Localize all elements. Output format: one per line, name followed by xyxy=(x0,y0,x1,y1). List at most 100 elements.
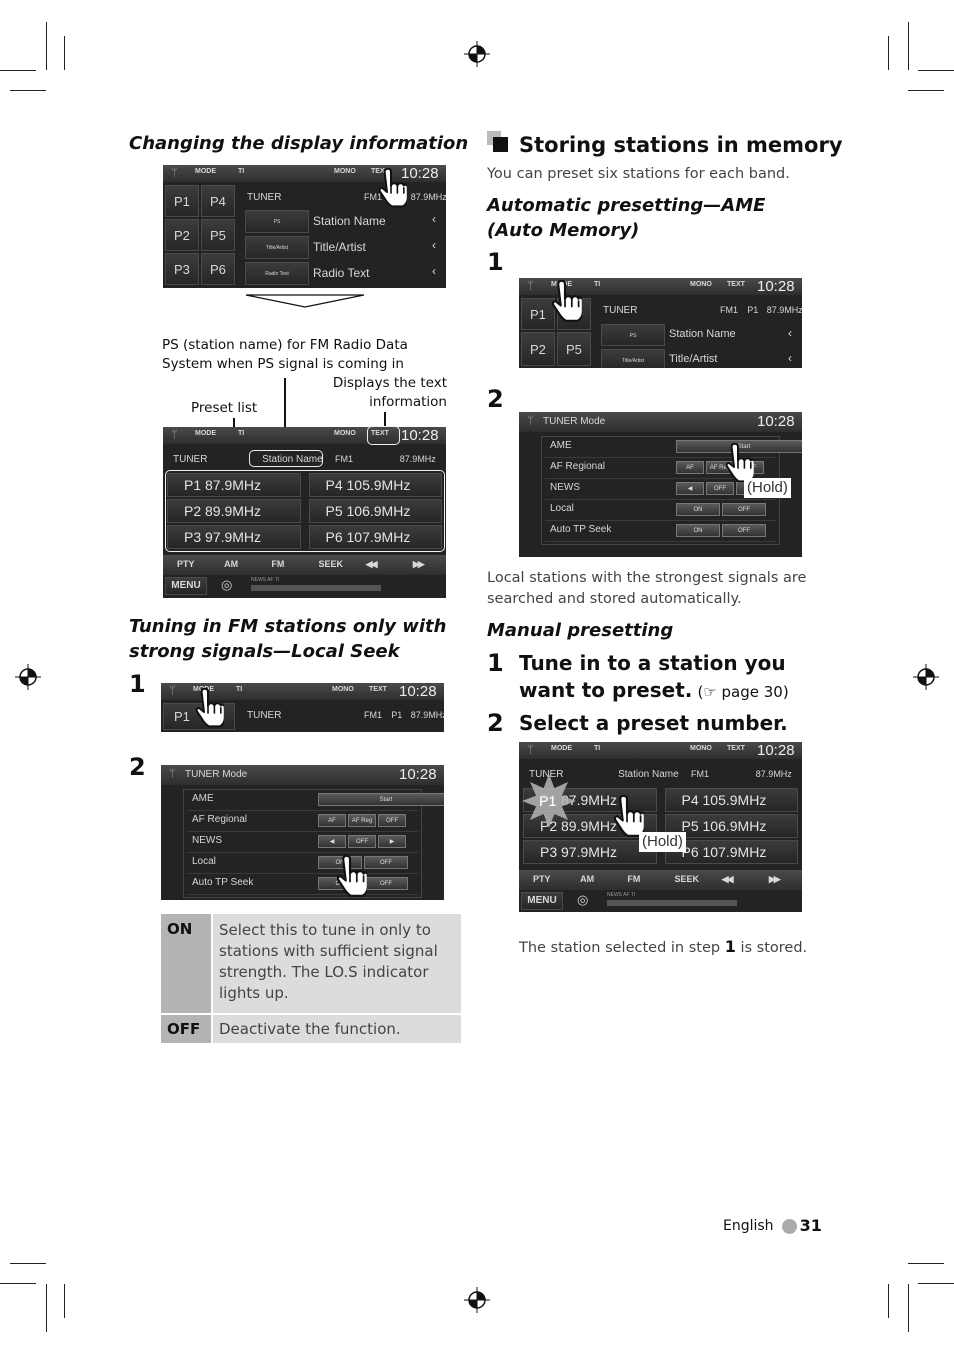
menu-option-button[interactable]: OFF xyxy=(364,856,408,869)
ti-button[interactable]: TI xyxy=(238,430,244,437)
display-option-label[interactable]: Station Name xyxy=(669,328,736,340)
frequency-label: 87.9MHz xyxy=(766,305,802,315)
menu-option-button[interactable]: ◀ xyxy=(676,482,704,495)
ti-button[interactable]: TI xyxy=(236,686,242,693)
text-note: Displays the text information xyxy=(332,375,447,410)
menu-option-button[interactable]: OFF xyxy=(722,524,766,537)
preset-button[interactable]: P3 xyxy=(165,253,199,285)
step-number: 1 xyxy=(129,670,146,698)
preset-button[interactable]: P6 xyxy=(201,253,235,285)
frequency-label: 87.9MHz xyxy=(399,454,436,464)
step-number: 2 xyxy=(487,385,504,413)
ti-button[interactable]: TI xyxy=(594,745,600,752)
crop-mark xyxy=(918,1283,954,1284)
preset-button[interactable]: P4 xyxy=(201,185,235,217)
control-button-0[interactable]: PTY xyxy=(533,874,551,884)
preset-button[interactable]: P2 xyxy=(521,332,555,366)
preset-button[interactable]: P2 xyxy=(165,219,199,251)
preset-label: P1 xyxy=(391,710,403,720)
menu-option-button[interactable]: ▶ xyxy=(378,835,406,848)
source-icon[interactable]: ◎ xyxy=(577,892,588,908)
clock: 10:28 xyxy=(401,427,439,444)
mode-button[interactable]: MODE xyxy=(551,745,572,752)
clock: 10:28 xyxy=(757,413,795,430)
table-row: ON Select this to tune in only to statio… xyxy=(161,914,461,1014)
page-number: 31 xyxy=(799,1216,822,1235)
display-option-label[interactable]: Station Name xyxy=(313,214,386,228)
preset-button[interactable]: P1 xyxy=(165,185,199,217)
preset-note: Preset list xyxy=(191,400,258,416)
text-button[interactable]: TEXT xyxy=(369,686,387,693)
display-option-button[interactable]: Title/Artist xyxy=(245,236,309,259)
text-button[interactable]: TEXT xyxy=(727,281,745,288)
page-reference-link[interactable]: (☞ page 30) xyxy=(697,683,788,701)
section-title: Storing stations in memory xyxy=(519,133,843,157)
page-footer: English 31 xyxy=(723,1216,822,1236)
display-option-label[interactable]: Radio Text xyxy=(313,266,369,280)
text-button[interactable]: TEXT xyxy=(727,745,745,752)
control-button-2[interactable]: FM xyxy=(271,559,284,569)
mode-button[interactable]: MODE xyxy=(195,168,216,175)
crop-mark xyxy=(10,1263,46,1264)
control-button-3[interactable]: SEEK xyxy=(319,559,344,569)
display-option-label[interactable]: Title/Artist xyxy=(313,240,366,254)
ame-note: Local stations with the strongest signal… xyxy=(487,570,807,607)
row-divider xyxy=(187,894,418,895)
menu-option-button[interactable]: ON xyxy=(676,503,720,516)
chevron-left-icon: ‹ xyxy=(432,212,436,226)
ti-button[interactable]: TI xyxy=(238,168,244,175)
menu-option-button[interactable]: ◀ xyxy=(318,835,346,848)
row-divider xyxy=(545,541,776,542)
mono-button[interactable]: MONO xyxy=(334,168,356,175)
control-button-2[interactable]: FM xyxy=(627,874,640,884)
control-button-3[interactable]: SEEK xyxy=(675,874,700,884)
step-text: Select a preset number. xyxy=(519,711,788,735)
row-divider xyxy=(187,852,418,853)
mono-button[interactable]: MONO xyxy=(334,430,356,437)
crop-mark xyxy=(908,90,944,91)
menu-option-button[interactable]: AF xyxy=(676,461,704,474)
section-marker-icon xyxy=(493,137,508,152)
option-desc: Select this to tune in only to stations … xyxy=(212,914,461,1014)
menu-option-button[interactable]: OFF xyxy=(348,835,376,848)
result-step-number: 1 xyxy=(724,937,736,956)
display-option-button[interactable]: PS xyxy=(601,324,665,346)
hand-pointer-icon xyxy=(551,280,582,322)
mono-button[interactable]: MONO xyxy=(690,281,712,288)
control-button-1[interactable]: AM xyxy=(580,874,594,884)
crop-mark xyxy=(888,36,889,70)
mono-button[interactable]: MONO xyxy=(690,745,712,752)
language-label: English xyxy=(723,1218,774,1234)
result-text: The station selected in step 1 is stored… xyxy=(519,936,807,959)
control-button-4[interactable]: ◀◀ xyxy=(366,559,378,570)
mode-button[interactable]: MODE xyxy=(195,430,216,437)
preset-button[interactable]: P3 97.9MHz xyxy=(523,840,657,864)
menu-option-button[interactable]: AF Reg xyxy=(348,814,376,827)
indicators: NEWS AF TI xyxy=(251,577,280,583)
menu-button[interactable]: MENU xyxy=(521,892,563,910)
display-option-button[interactable]: Radio Text xyxy=(245,262,309,285)
menu-option-button[interactable]: OFF xyxy=(722,503,766,516)
menu-option-button[interactable]: ON xyxy=(676,524,720,537)
preset-button[interactable]: P5 xyxy=(557,332,591,366)
preset-button[interactable]: P4 105.9MHz xyxy=(664,788,798,812)
ti-button[interactable]: TI xyxy=(594,281,600,288)
display-option-button[interactable]: Title/Artist xyxy=(601,349,665,368)
menu-button[interactable]: MENU xyxy=(165,577,207,595)
menu-option-button[interactable]: AF xyxy=(318,814,346,827)
display-option-button[interactable]: PS xyxy=(245,210,309,233)
menu-option-button[interactable]: OFF xyxy=(364,877,408,890)
source-icon[interactable]: ◎ xyxy=(221,577,232,593)
display-option-label[interactable]: Title/Artist xyxy=(669,353,718,365)
control-button-5[interactable]: ▶▶ xyxy=(413,559,425,570)
control-button-1[interactable]: AM xyxy=(224,559,238,569)
menu-option-button[interactable]: OFF xyxy=(378,814,406,827)
mono-button[interactable]: MONO xyxy=(332,686,354,693)
callout-preset-list xyxy=(165,470,445,552)
control-button-0[interactable]: PTY xyxy=(177,559,195,569)
control-button-4[interactable]: ◀◀ xyxy=(722,874,734,885)
menu-title: TUNER Mode xyxy=(185,769,248,780)
preset-button[interactable]: P5 xyxy=(201,219,235,251)
control-button-5[interactable]: ▶▶ xyxy=(769,874,781,885)
menu-option-button[interactable]: Start xyxy=(318,793,444,806)
